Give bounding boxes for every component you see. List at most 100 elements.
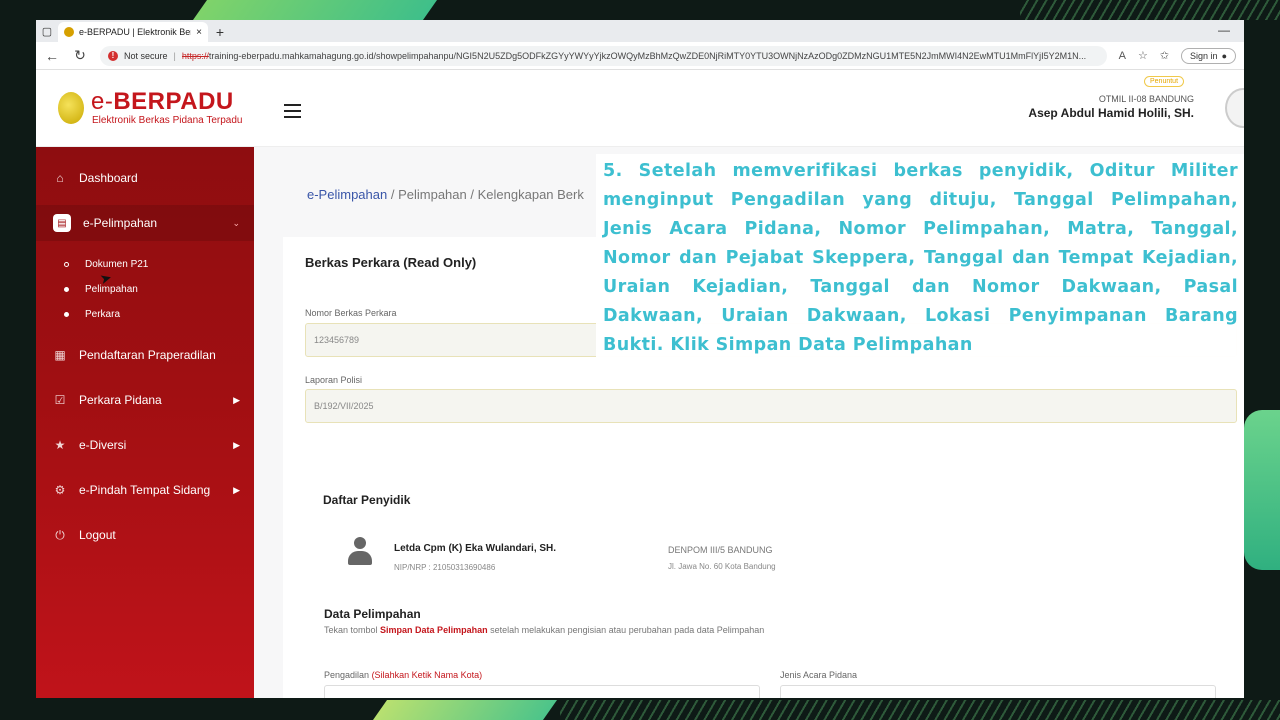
breadcrumb-kelengkapan: Kelengkapan Berk (477, 187, 584, 202)
sidebar-subitem-dokumen-p21[interactable]: Dokumen P21 (64, 259, 148, 270)
profile-icon: ● (1221, 50, 1227, 61)
warning-icon: ! (108, 50, 118, 61)
breadcrumb-separator: / (470, 187, 474, 202)
jenis-acara-label: Jenis Acara Pidana (780, 670, 858, 680)
hamburger-menu-icon[interactable] (284, 104, 301, 122)
data-pelimpahan-title: Data Pelimpahan (324, 607, 421, 621)
sidebar-item-perkara-pidana[interactable]: ☑ Perkara Pidana ▶ (36, 382, 254, 418)
sidebar-subitem-perkara[interactable]: Perkara (64, 309, 120, 320)
logo-title[interactable]: e-BERPADU (91, 88, 234, 116)
penyidik-unit: DENPOM III/5 BANDUNG (668, 545, 773, 555)
sidebar-item-label: Logout (79, 528, 116, 542)
tab-close-icon[interactable]: × (196, 27, 202, 38)
penyidik-address: Jl. Jawa No. 60 Kota Bandung (668, 562, 776, 571)
sidebar-item-label: e-Pelimpahan (83, 216, 158, 230)
sidebar-item-dashboard[interactable]: ⌂ Dashboard (36, 160, 254, 196)
instruction-text: 5. Setelah memverifikasi berkas penyidik… (603, 161, 1238, 355)
read-aloud-icon[interactable]: A (1119, 50, 1126, 62)
hint-before: Tekan tombol (324, 625, 378, 635)
browser-tab[interactable]: e-BERPADU | Elektronik Berkas Pi × (58, 22, 208, 42)
logo-prefix: e- (91, 88, 114, 115)
logo-brand: BERPADU (113, 88, 234, 115)
decor-hatch-top (1020, 0, 1280, 20)
pengadilan-label: Pengadilan (Silahkan Ketik Nama Kota) (324, 670, 482, 680)
favicon-icon (64, 27, 74, 37)
decor-stripe-top (192, 0, 438, 20)
role-badge: Penuntut (1144, 76, 1185, 87)
home-icon: ⌂ (56, 171, 64, 185)
app-header: e-BERPADU Elektronik Berkas Pidana Terpa… (36, 70, 1244, 147)
reload-icon[interactable]: ↻ (72, 47, 88, 64)
url-path: training-eberpadu.mahkamahagung.go.id/sh… (208, 50, 1087, 61)
user-name[interactable]: Asep Abdul Hamid Holili, SH. (1028, 106, 1194, 120)
sidebar-item-e-pelimpahan[interactable]: ▤ e-Pelimpahan ⌄ (36, 205, 254, 241)
sidebar-subitem-label: Dokumen P21 (85, 259, 149, 270)
jenis-acara-select[interactable] (780, 685, 1216, 698)
new-tab-button[interactable]: + (208, 22, 232, 42)
pengadilan-label-hint: (Silahkan Ketik Nama Kota) (371, 670, 483, 680)
sign-in-label: Sign in (1190, 50, 1218, 61)
card-title: Berkas Perkara (Read Only) (305, 255, 477, 270)
not-secure-label: Not secure (124, 50, 168, 61)
decor-hatch-bottom (560, 700, 1280, 720)
gear-icon: ⚙ (54, 483, 66, 497)
url-scheme: https:// (181, 50, 209, 61)
circle-icon (64, 287, 69, 292)
sidebar-item-e-diversi[interactable]: ★ e-Diversi ▶ (36, 427, 254, 463)
star-icon: ★ (54, 438, 66, 452)
sidebar-item-label: Dashboard (79, 171, 138, 185)
sidebar: ⌂ Dashboard ▤ e-Pelimpahan ⌄ Dokumen P21… (36, 147, 254, 698)
penyidik-nip: NIP/NRP : 21050313690486 (394, 563, 496, 572)
hint-after: setelah melakukan pengisian atau perubah… (490, 625, 765, 635)
sidebar-subitem-label: Perkara (85, 309, 121, 320)
pengadilan-label-text: Pengadilan (324, 670, 370, 680)
favorite-star-icon[interactable]: ☆ (1138, 49, 1148, 62)
daftar-penyidik-title: Daftar Penyidik (323, 493, 411, 507)
sidebar-item-label: Pendaftaran Praperadilan (79, 348, 216, 362)
sign-in-button[interactable]: Sign in ● (1181, 47, 1236, 64)
chevron-right-icon: ▶ (233, 394, 240, 405)
decor-pill-right (1244, 410, 1280, 570)
favorites-icon[interactable]: ✩ (1160, 49, 1169, 62)
circle-icon (64, 312, 69, 317)
tab-actions-icon[interactable]: ▢ (36, 20, 58, 42)
sidebar-item-pendaftaran-praperadilan[interactable]: ▦ Pendaftaran Praperadilan (36, 337, 254, 373)
nomor-berkas-label: Nomor Berkas Perkara (305, 308, 397, 318)
breadcrumb: e-Pelimpahan / Pelimpahan / Kelengkapan … (307, 187, 584, 202)
circle-icon (64, 262, 69, 267)
chevron-down-icon: ⌄ (232, 217, 240, 228)
checklist-icon: ☑ (54, 393, 66, 407)
tab-title: e-BERPADU | Elektronik Berkas Pi (79, 27, 191, 37)
person-icon (347, 537, 373, 567)
avatar[interactable] (1225, 88, 1244, 128)
sidebar-item-label: e-Pindah Tempat Sidang (79, 483, 211, 497)
chevron-right-icon: ▶ (233, 484, 240, 495)
pengadilan-input[interactable] (324, 685, 760, 698)
sidebar-item-label: Perkara Pidana (79, 393, 162, 407)
decor-stripe-bottom (372, 700, 558, 720)
list-document-icon: ▦ (54, 348, 66, 362)
back-arrow-icon[interactable]: ← (44, 48, 60, 64)
logo-subtitle: Elektronik Berkas Pidana Terpadu (92, 115, 243, 126)
address-bar[interactable]: ! Not secure | https://training-eberpadu… (100, 45, 1107, 66)
address-bar-row: ← ↻ ! Not secure | https://training-eber… (36, 42, 1244, 70)
breadcrumb-pelimpahan[interactable]: Pelimpahan (398, 187, 467, 202)
logo-emblem-icon (58, 92, 84, 124)
power-icon: ⏻ (55, 527, 65, 542)
sidebar-item-label: e-Diversi (79, 438, 127, 452)
hint-button-name: Simpan Data Pelimpahan (380, 625, 488, 635)
tab-bar: ▢ e-BERPADU | Elektronik Berkas Pi × + — (36, 20, 1244, 42)
user-unit: OTMIL II-08 BANDUNG (1098, 94, 1194, 104)
omnibox-separator: | (173, 50, 176, 61)
chevron-right-icon: ▶ (233, 439, 240, 450)
window-minimize-icon[interactable]: — (1218, 23, 1230, 37)
address-bar-icons: A ☆ ✩ Sign in ● (1119, 47, 1236, 64)
sidebar-item-e-pindah-tempat-sidang[interactable]: ⚙ e-Pindah Tempat Sidang ▶ (36, 472, 254, 508)
penyidik-name: Letda Cpm (K) Eka Wulandari, SH. (394, 543, 557, 554)
sidebar-item-logout[interactable]: ⏻ Logout (36, 517, 254, 553)
laporan-polisi-label: Laporan Polisi (305, 375, 363, 385)
breadcrumb-e-pelimpahan[interactable]: e-Pelimpahan (307, 187, 387, 202)
url-text: https://training-eberpadu.mahkamahagung.… (182, 51, 1086, 61)
breadcrumb-separator: / (390, 187, 395, 202)
pelimpahan-hint: Tekan tombol Simpan Data Pelimpahan sete… (324, 625, 764, 635)
